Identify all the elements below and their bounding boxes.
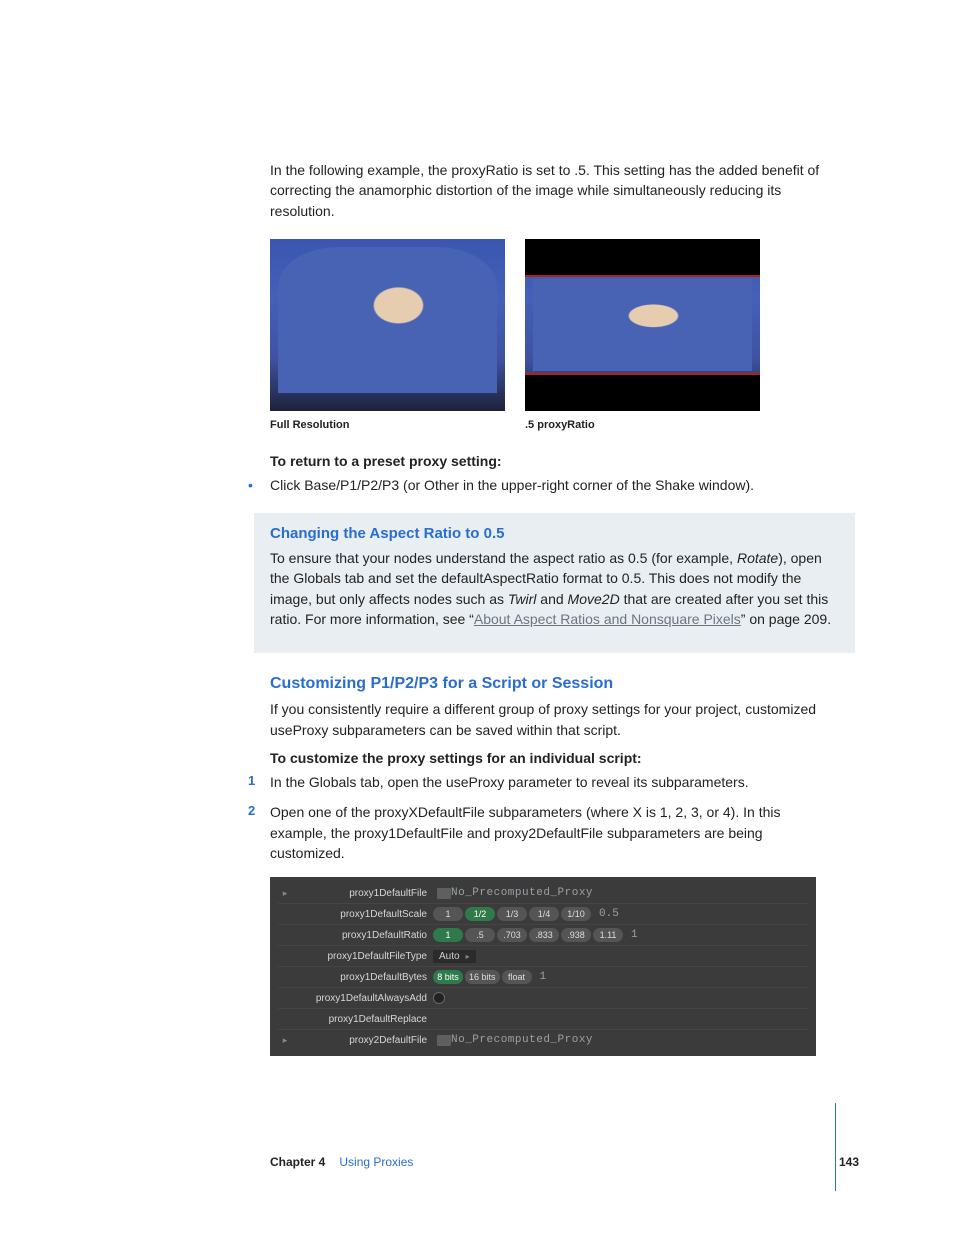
param-row: ▸proxy2DefaultFile No_Precomputed_Proxy xyxy=(278,1029,808,1050)
step-text: In the Globals tab, open the useProxy pa… xyxy=(270,772,839,792)
list-item: 1 In the Globals tab, open the useProxy … xyxy=(248,772,839,792)
intro-paragraph: In the following example, the proxyRatio… xyxy=(270,160,839,221)
param-value-readout: 0.5 xyxy=(599,908,619,920)
customize-steps-list: 1 In the Globals tab, open the useProxy … xyxy=(248,772,839,863)
param-label: proxy1DefaultRatio xyxy=(292,930,433,941)
callout-box: Changing the Aspect Ratio to 0.5 To ensu… xyxy=(254,513,855,653)
option-pill[interactable]: 1/3 xyxy=(497,907,527,921)
param-label: proxy2DefaultFile xyxy=(292,1035,433,1046)
option-pill[interactable]: 8 bits xyxy=(433,970,463,984)
parameters-panel: ▸proxy1DefaultFileNo_Precomputed_Proxypr… xyxy=(270,877,816,1056)
param-label: proxy1DefaultReplace xyxy=(292,1014,433,1025)
figure-caption-right: .5 proxyRatio xyxy=(525,419,760,431)
param-text-value[interactable]: No_Precomputed_Proxy xyxy=(451,1034,593,1046)
param-label: proxy1DefaultAlwaysAdd xyxy=(292,993,433,1004)
param-label: proxy1DefaultScale xyxy=(292,909,433,920)
figure-row xyxy=(270,239,839,411)
param-field: 8 bits16 bitsfloat 1 xyxy=(433,970,808,984)
list-item: 2 Open one of the proxyXDefaultFile subp… xyxy=(248,802,839,863)
footer-page-number: 143 xyxy=(839,1155,859,1169)
tree-toggle-icon[interactable]: ▸ xyxy=(278,888,292,899)
param-radio[interactable] xyxy=(433,992,445,1004)
param-field: No_Precomputed_Proxy xyxy=(451,1034,808,1046)
param-field: Auto▸ xyxy=(433,950,808,963)
tree-toggle-icon[interactable]: ▸ xyxy=(278,1035,292,1046)
param-text-value[interactable]: No_Precomputed_Proxy xyxy=(451,887,593,899)
param-dropdown[interactable]: Auto▸ xyxy=(433,950,476,963)
param-row: proxy1DefaultRatio1.5.703.833.9381.111 xyxy=(278,924,808,945)
param-row: proxy1DefaultFileTypeAuto▸ xyxy=(278,945,808,966)
bullet-marker-icon: • xyxy=(248,475,270,495)
section-title-customizing: Customizing P1/P2/P3 for a Script or Ses… xyxy=(270,675,839,693)
return-bullet-text: Click Base/P1/P2/P3 (or Other in the upp… xyxy=(270,475,839,495)
footer-chapter-title: Using Proxies xyxy=(339,1155,413,1169)
param-field: 11/21/31/41/10 0.5 xyxy=(433,907,808,921)
option-pill[interactable]: .703 xyxy=(497,928,527,942)
folder-icon[interactable] xyxy=(437,888,451,899)
callout-link[interactable]: About Aspect Ratios and Nonsquare Pixels xyxy=(474,611,741,627)
option-pill[interactable]: float xyxy=(502,970,532,984)
option-pill[interactable]: 16 bits xyxy=(465,970,500,984)
step-number: 1 xyxy=(248,772,270,792)
param-label: proxy1DefaultFileType xyxy=(292,951,433,962)
return-bullet-row: • Click Base/P1/P2/P3 (or Other in the u… xyxy=(248,475,839,495)
param-row: proxy1DefaultBytes8 bits16 bitsfloat 1 xyxy=(278,966,808,987)
option-pill[interactable]: 1/2 xyxy=(465,907,495,921)
param-field xyxy=(433,992,808,1004)
param-row: ▸proxy1DefaultFile No_Precomputed_Proxy xyxy=(278,883,808,903)
figure-caption-left: Full Resolution xyxy=(270,419,505,431)
param-value-readout: 1 xyxy=(631,929,638,941)
param-label: proxy1DefaultBytes xyxy=(292,972,433,983)
param-label: proxy1DefaultFile xyxy=(292,888,433,899)
param-row: proxy1DefaultReplace xyxy=(278,1008,808,1029)
option-pill[interactable]: 1 xyxy=(433,907,463,921)
footer-rule xyxy=(835,1103,836,1191)
figure-half-proxyratio xyxy=(525,239,760,411)
option-pill[interactable]: 1/10 xyxy=(561,907,591,921)
return-heading: To return to a preset proxy setting: xyxy=(270,453,839,469)
param-row: proxy1DefaultScale11/21/31/41/10 0.5 xyxy=(278,903,808,924)
callout-title: Changing the Aspect Ratio to 0.5 xyxy=(270,525,839,542)
option-pill[interactable]: .5 xyxy=(465,928,495,942)
footer-chapter-label: Chapter 4 xyxy=(270,1155,325,1169)
callout-body: To ensure that your nodes understand the… xyxy=(270,548,839,629)
folder-icon[interactable] xyxy=(437,1035,451,1046)
param-field: No_Precomputed_Proxy xyxy=(451,887,808,899)
step-text: Open one of the proxyXDefaultFile subpar… xyxy=(270,802,839,863)
step-number: 2 xyxy=(248,802,270,863)
page-footer: Chapter 4 Using Proxies 143 xyxy=(270,1155,859,1169)
param-value-readout: 1 xyxy=(540,971,547,983)
figure-full-resolution xyxy=(270,239,505,411)
param-field: 1.5.703.833.9381.111 xyxy=(433,928,808,942)
customize-steps-heading: To customize the proxy settings for an i… xyxy=(270,750,839,766)
option-pill[interactable]: 1 xyxy=(433,928,463,942)
option-pill[interactable]: .938 xyxy=(561,928,591,942)
option-pill[interactable]: .833 xyxy=(529,928,559,942)
option-pill[interactable]: 1/4 xyxy=(529,907,559,921)
chevron-down-icon: ▸ xyxy=(466,952,470,961)
section2-paragraph: If you consistently require a different … xyxy=(270,699,839,740)
option-pill[interactable]: 1.11 xyxy=(593,928,623,942)
param-row: proxy1DefaultAlwaysAdd xyxy=(278,987,808,1008)
